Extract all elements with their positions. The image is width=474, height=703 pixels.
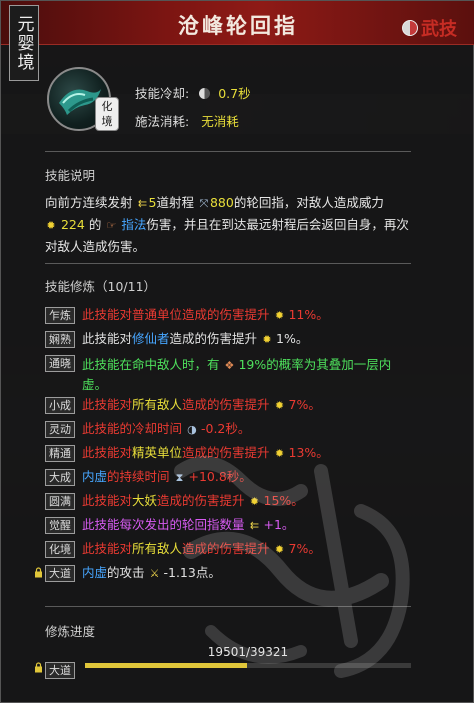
cultivation-text-part: 造成的伤害提升 [169, 331, 262, 346]
lock-icon [35, 567, 42, 578]
power-value: 224 [60, 217, 85, 232]
range-value: 880 [209, 195, 234, 210]
cost-label: 施法消耗: [135, 114, 190, 129]
cultivation-stage-tag: 精通 [45, 444, 75, 462]
cultivation-stage-tag: 通晓 [45, 355, 75, 372]
cultivation-item: 小成 此技能对所有敌人造成的伤害提升 ✹ 7%。 [45, 393, 425, 417]
progress-stage: 大道 [35, 659, 75, 679]
title-bar: 沧峰轮回指 武技 [1, 1, 474, 45]
power-icon: ✹ [274, 309, 285, 322]
projectile-arrow-icon: ⇇ [137, 197, 148, 210]
cultivation-stage-tag: 觉醒 [45, 516, 75, 534]
cultivation-text: 此技能在命中敌人时，有 ❖ 19%的概率为其叠加一层内虚。 [82, 355, 391, 394]
cultivation-text-part: 内虚 [82, 469, 108, 484]
cultivation-text-part: 此技能对 [82, 397, 133, 412]
cultivation-text-part: 此技能对 [82, 541, 133, 556]
damage-type: 指法 [121, 217, 147, 232]
cultivation-item: 娴熟 此技能对修仙者造成的伤害提升 ✹ 1%。 [45, 327, 425, 351]
cultivation-text-part: 虚。 [82, 377, 108, 392]
power-icon: ✹ [262, 333, 272, 346]
finger-technique-icon: ☞ [106, 219, 117, 232]
range-icon: ⤧ [199, 197, 209, 210]
cultivation-text-part: 此技能对 [82, 445, 133, 460]
cultivation-text-part: 11%。 [288, 307, 329, 322]
desc-text: 向前方连续发射 [45, 195, 133, 210]
chance-icon: ❖ [224, 359, 235, 372]
skill-category-label: 武技 [421, 19, 457, 40]
cost-row: 施法消耗: 无消耗 [135, 111, 239, 130]
progress-header: 修炼进度 [45, 624, 96, 639]
desc-text: 的轮回指，对敌人造成威力 [233, 195, 384, 210]
cultivation-text-part: 此技能对普通单位造成的伤害提升 [82, 307, 274, 322]
cultivation-text: 此技能对所有敌人造成的伤害提升 ✹ 7%。 [82, 395, 321, 415]
cultivation-stage-tag: 大道 [45, 564, 75, 582]
clock-icon [199, 88, 211, 99]
cultivation-stage-tag: 灵动 [45, 420, 75, 438]
cultivation-text-part: 19%的概率为其叠加一层内 [238, 357, 392, 372]
lock-icon [35, 662, 42, 673]
description-line-3: 对敌人造成伤害。 [45, 236, 415, 257]
cultivation-item: 通晓 此技能在命中敌人时，有 ❖ 19%的概率为其叠加一层内虚。 [45, 351, 425, 393]
cultivation-text-part: 所有敌人 [132, 397, 183, 412]
description-header: 技能说明 [45, 168, 96, 183]
mouse-click-icon [402, 20, 418, 36]
desc-text: 道射程 [156, 195, 194, 210]
cultivation-text: 此技能对修仙者造成的伤害提升 ✹ 1%。 [82, 329, 308, 349]
skill-grade-text: 化境 [101, 100, 113, 128]
cultivation-stage-tag: 圆满 [45, 492, 75, 510]
cultivation-text-part: 此技能对 [82, 493, 133, 508]
desc-text: 的 [88, 217, 102, 232]
watermark-logo [174, 456, 410, 678]
desc-text: 伤害，并且在到达最远射程后会返回自身，再次 [146, 217, 409, 232]
skill-description: 向前方连续发射 ⇇5道射程 ⤧ 880的轮回指，对敌人造成威力 ✹ 224 的 ☞… [45, 192, 415, 257]
cultivation-text-part: 此技能在命中敌人时，有 [82, 357, 224, 372]
cultivation-text-part: 1%。 [276, 331, 309, 346]
power-icon: ✹ [46, 219, 56, 232]
desc-text: 对敌人造成伤害。 [45, 239, 146, 254]
cultivation-stage-tag: 娴熟 [45, 330, 75, 348]
skill-grade-badge: 化境 [95, 97, 119, 131]
skill-tooltip-panel: 沧峰轮回指 武技 元婴境 化境 技能冷却: 0.7秒 施法消耗: 无消耗 技能说… [0, 0, 474, 703]
cultivation-stage-tag: 小成 [45, 396, 75, 414]
cultivation-text-part: 此技能对 [82, 331, 133, 346]
cultivation-text-part: 7%。 [288, 397, 321, 412]
cultivation-stage-tag: 乍炼 [45, 306, 75, 324]
cultivation-stage-tag: 化境 [45, 540, 75, 558]
cost-value: 无消耗 [201, 114, 239, 129]
divider [45, 263, 411, 264]
cultivation-header: 技能修炼（10/11） [45, 279, 157, 294]
cooldown-value: 0.7秒 [218, 86, 251, 101]
divider [45, 151, 411, 152]
cultivation-text-part: 修仙者 [132, 331, 170, 346]
cultivation-item: 乍炼 此技能对普通单位造成的伤害提升 ✹ 11%。 [45, 303, 425, 327]
progress-stage-tag: 大道 [45, 662, 75, 679]
power-icon: ✹ [274, 399, 285, 412]
description-line-1: 向前方连续发射 ⇇5道射程 ⤧ 880的轮回指，对敌人造成威力 [45, 192, 415, 214]
cooldown-row: 技能冷却: 0.7秒 [135, 83, 251, 102]
cooldown-label: 技能冷却: [135, 86, 190, 101]
cultivation-text-part: 内虚 [82, 565, 108, 580]
cultivation-stage-tag: 大成 [45, 468, 75, 486]
realm-tag-text: 元婴境 [13, 14, 34, 72]
cultivation-text-part: 的攻击 [107, 565, 149, 580]
description-line-2: ✹ 224 的 ☞ 指法伤害，并且在到达最远射程后会返回自身，再次 [45, 214, 415, 236]
cultivation-text-part: 造成的伤害提升 [182, 397, 274, 412]
cultivation-text: 此技能对普通单位造成的伤害提升 ✹ 11%。 [82, 305, 329, 325]
realm-tag: 元婴境 [9, 5, 39, 81]
